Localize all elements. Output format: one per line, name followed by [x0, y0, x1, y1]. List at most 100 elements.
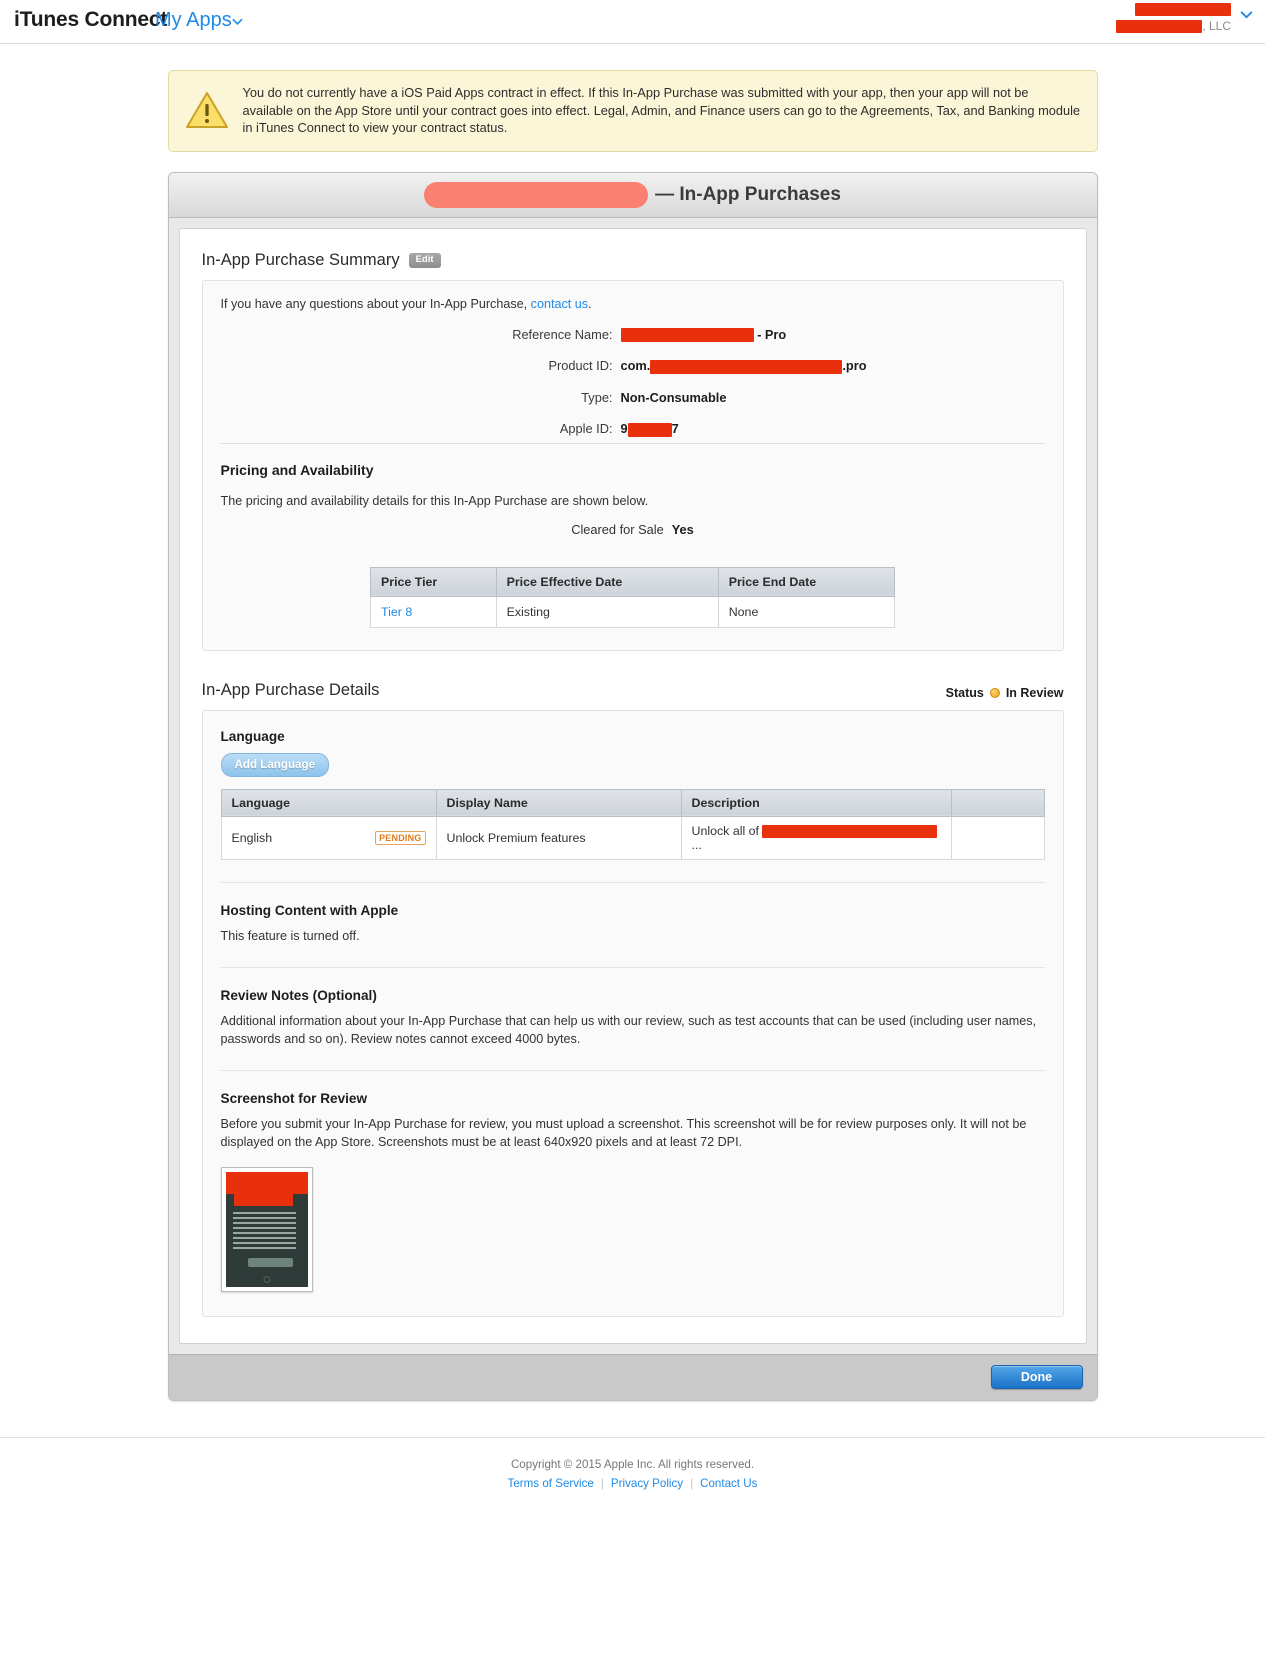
column-price-effective-date: Price Effective Date	[495, 566, 719, 597]
column-description: Description	[680, 788, 952, 817]
apple-id-suffix: 7	[671, 421, 679, 437]
price-table-header-row: Price Tier Price Effective Date Price En…	[370, 566, 896, 597]
details-heading: In-App Purchase Details	[201, 680, 380, 699]
privacy-policy-link[interactable]: Privacy Policy	[611, 1477, 683, 1490]
product-id-label: Product ID:	[548, 358, 613, 374]
review-notes-heading: Review Notes (Optional)	[220, 987, 377, 1003]
column-actions	[950, 788, 1045, 817]
panel-body: In-App Purchase Summary Edit If you have…	[178, 227, 1087, 1344]
warning-triangle-icon	[185, 84, 229, 135]
my-apps-menu[interactable]: My Apps	[155, 9, 232, 32]
summary-card: If you have any questions about your In-…	[201, 279, 1064, 651]
in-app-purchase-panel: — In-App Purchases In-App Purchase Summa…	[167, 171, 1098, 1401]
copyright-text: Copyright © 2015 Apple Inc. All rights r…	[510, 1457, 755, 1471]
screenshot-button-shape	[247, 1257, 293, 1267]
cell-price-tier: Tier 8	[370, 595, 497, 628]
account-name-redacted	[1116, 2, 1231, 17]
page-title-suffix: — In-App Purchases	[655, 183, 841, 205]
contact-us-footer-link[interactable]: Contact Us	[700, 1477, 757, 1490]
reference-name-redacted	[620, 328, 754, 343]
warning-banner-wrapper: You do not currently have a iOS Paid App…	[0, 44, 1265, 152]
footer-links: Terms of Service | Privacy Policy | Contact …	[0, 1477, 1265, 1490]
cleared-for-sale-label: Cleared for Sale	[571, 521, 664, 537]
product-id-prefix: com.	[620, 358, 651, 374]
summary-divider	[220, 442, 1045, 444]
contract-warning-banner: You do not currently have a iOS Paid App…	[167, 70, 1098, 152]
apple-id-value: 97	[621, 421, 679, 437]
panel-header: — In-App Purchases	[168, 172, 1097, 218]
pricing-heading: Pricing and Availability	[220, 461, 374, 478]
product-id-redacted	[650, 360, 843, 375]
review-screenshot-thumbnail[interactable]	[220, 1166, 313, 1292]
apple-id-redacted	[627, 422, 672, 437]
account-chevron-down-icon[interactable]	[1240, 8, 1253, 21]
chevron-down-icon[interactable]	[232, 14, 243, 25]
summary-heading-text: In-App Purchase Summary	[201, 250, 400, 269]
details-section-header: In-App Purchase Details Status In Review	[202, 681, 1064, 700]
reference-name-value: - Pro	[620, 326, 787, 343]
page-title: — In-App Purchases	[424, 181, 841, 208]
column-price-tier: Price Tier	[370, 566, 497, 597]
type-row: Type: Non-Consumable	[221, 390, 1045, 405]
description-prefix: Unlock all of	[691, 823, 763, 838]
details-card: Language Add Language Language Display N…	[201, 709, 1064, 1317]
questions-prefix: If you have any questions about your In-…	[220, 296, 531, 311]
add-language-button[interactable]: Add Language	[220, 752, 330, 777]
price-tier-link[interactable]: Tier 8	[381, 605, 412, 619]
screenshot-home-button-icon	[263, 1275, 270, 1283]
footer-separator-2: |	[690, 1476, 694, 1490]
reference-name-row: Reference Name: - Pro	[221, 327, 1045, 343]
cell-actions	[950, 815, 1045, 860]
screenshot-text: Before you submit your In-App Purchase f…	[220, 1116, 1027, 1149]
reference-name-label: Reference Name:	[512, 326, 613, 342]
summary-section-heading: In-App Purchase Summary Edit	[202, 251, 1064, 270]
screenshot-heading: Screenshot for Review	[220, 1090, 368, 1106]
language-table-header-row: Language Display Name Description	[220, 788, 1045, 817]
contact-us-link[interactable]: contact us	[531, 297, 588, 311]
product-id-suffix: .pro	[842, 358, 867, 374]
screenshot-redaction-bar-second	[233, 1191, 293, 1206]
status-value: In Review	[1005, 685, 1064, 700]
screenshot-text-lines	[232, 1211, 297, 1252]
table-row[interactable]: English PENDING Unlock Premium features …	[220, 815, 1045, 860]
column-language: Language	[220, 788, 437, 817]
orange-status-dot-icon	[989, 687, 1000, 698]
itunes-connect-brand: iTunes Connect	[14, 8, 168, 31]
type-value: Non-Consumable	[620, 390, 727, 406]
hosting-text: This feature is turned off.	[220, 928, 360, 943]
details-divider-3	[220, 1069, 1045, 1071]
edit-button[interactable]: Edit	[408, 253, 441, 268]
account-company: , LLC	[1116, 17, 1231, 35]
apple-id-prefix: 9	[620, 421, 628, 437]
cleared-for-sale-row: Cleared for Sale Yes	[221, 522, 1045, 537]
app-name-redacted	[424, 181, 649, 208]
status-badge: Status In Review	[946, 686, 1064, 700]
cell-language: English PENDING	[220, 815, 437, 860]
reference-name-suffix: - Pro	[757, 326, 787, 342]
account-menu[interactable]: , LLC	[1116, 2, 1231, 35]
screenshot-redaction-bar-top	[225, 1171, 308, 1194]
column-display-name: Display Name	[435, 788, 682, 817]
panel-footer: Done	[168, 1353, 1097, 1400]
language-heading: Language	[220, 728, 285, 744]
cell-description: Unlock all of ...	[680, 815, 952, 860]
terms-of-service-link[interactable]: Terms of Service	[508, 1477, 594, 1490]
cell-display-name: Unlock Premium features	[435, 815, 682, 860]
pending-badge: PENDING	[375, 830, 426, 845]
page-footer: Copyright © 2015 Apple Inc. All rights r…	[0, 1436, 1265, 1490]
warning-text: You do not currently have a iOS Paid App…	[242, 85, 1081, 136]
status-label: Status	[945, 685, 984, 700]
product-id-row: Product ID: com. .pro	[221, 358, 1045, 375]
cleared-for-sale-value: Yes	[671, 521, 694, 537]
product-id-value: com. .pro	[620, 358, 867, 375]
done-button[interactable]: Done	[990, 1365, 1083, 1390]
table-row: Tier 8 Existing None	[370, 595, 896, 628]
type-label: Type:	[581, 390, 613, 406]
hosting-heading: Hosting Content with Apple	[220, 902, 399, 918]
details-divider-2	[220, 966, 1045, 968]
language-table: Language Display Name Description Englis…	[220, 788, 1045, 860]
questions-line: If you have any questions about your In-…	[221, 297, 1045, 311]
description-suffix: ...	[691, 837, 702, 852]
price-tier-table: Price Tier Price Effective Date Price En…	[370, 566, 896, 628]
cell-price-end-date: None	[717, 595, 896, 628]
